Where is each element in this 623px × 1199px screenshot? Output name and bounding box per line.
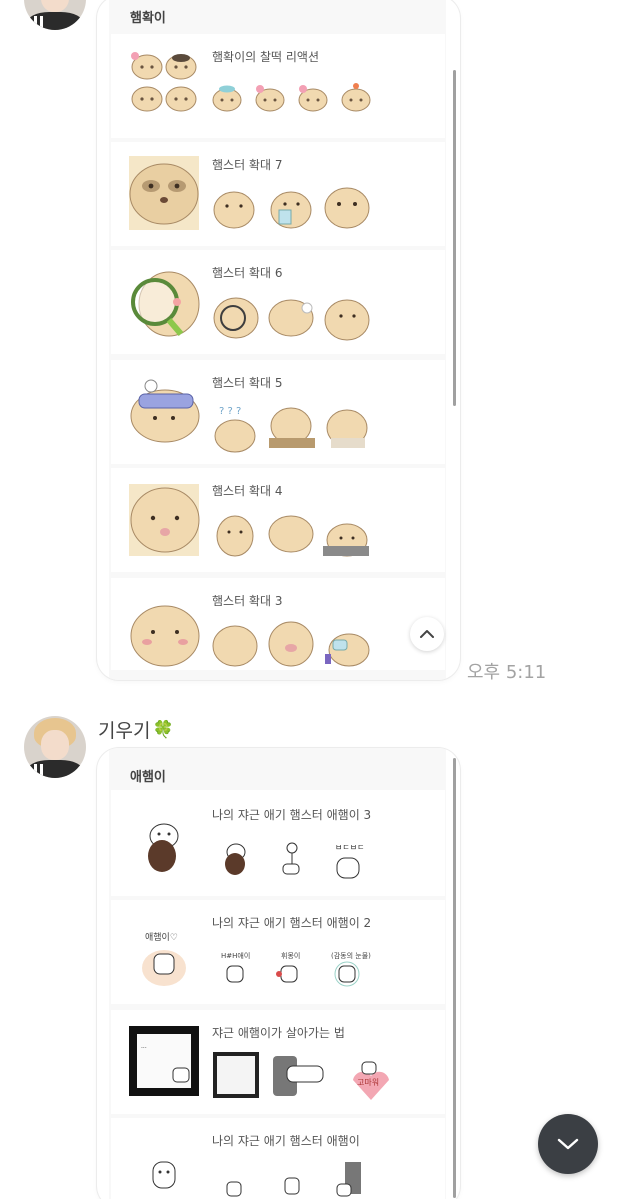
avatar[interactable] [24, 0, 86, 30]
svg-text:ㅂㄷㅂㄷ: ㅂㄷㅂㄷ [335, 843, 364, 852]
sticker-preview: ㅂㄷㅂㄷ [148, 823, 364, 879]
sticker-pack-row[interactable]: 햄스터 확대 7 [111, 142, 445, 246]
sticker-pack-row[interactable]: 쟈근 애햄이가 살아가는 법 ... 고마워 [111, 1010, 445, 1114]
chevron-down-icon [557, 1138, 579, 1150]
sticker-pack-row[interactable]: 나의 쟈근 애기 햄스터 애햄이 [111, 1118, 445, 1199]
sender-name: 기우기 🍀 [98, 716, 174, 743]
scrollbar[interactable] [453, 758, 456, 1198]
sticker-preview [130, 605, 370, 667]
sticker-pack-row[interactable]: 햄스터 확대 3 [111, 578, 445, 670]
sticker-pack-row[interactable]: 햄스터 확대 5 ? ? ? [111, 360, 445, 464]
svg-text:(감동의 눈물): (감동의 눈물) [331, 951, 371, 960]
scroll-to-bottom-button[interactable] [538, 1114, 598, 1174]
message-timestamp: 오후 5:11 [467, 662, 547, 683]
svg-text:? ? ?: ? ? ? [219, 406, 241, 417]
sticker-preview: 애햄이♡ H#H애이 휘몽이 (감동의 눈물) [142, 931, 371, 987]
scroll-up-button[interactable] [410, 617, 444, 651]
sticker-pack-row[interactable]: 햄스터 확대 6 [111, 250, 445, 354]
sticker-card-title: 애햄이 [130, 770, 166, 785]
sticker-preview [131, 271, 370, 341]
sticker-preview [129, 156, 370, 230]
svg-text:고마워: 고마워 [357, 1078, 379, 1087]
sticker-pack-row[interactable]: 나의 쟈근 애기 햄스터 애햄이 2 애햄이♡ H#H애이 휘몽이 (감동의 눈… [111, 900, 445, 1004]
svg-text:...: ... [141, 1043, 147, 1050]
svg-text:애햄이♡: 애햄이♡ [145, 931, 178, 943]
sticker-pack-row[interactable]: 햄확이의 찰떡 리액션 [111, 34, 445, 138]
scrollbar[interactable] [453, 70, 456, 406]
sticker-preview: ? ? ? [130, 379, 368, 453]
sticker-pack-row[interactable]: 햄스터 확대 4 [111, 468, 445, 572]
sticker-preview [131, 52, 371, 112]
chevron-up-icon [420, 630, 434, 638]
sticker-pack-row[interactable]: 나의 쟈근 애기 햄스터 애햄이 3 ㅂㄷㅂㄷ [111, 790, 445, 896]
svg-text:H#H애이: H#H애이 [221, 951, 250, 960]
svg-text:휘몽이: 휘몽이 [281, 951, 300, 960]
sender-name-text: 기우기 [98, 720, 151, 742]
sticker-preview [152, 1161, 361, 1197]
sticker-preview: ... 고마워 [129, 1026, 389, 1100]
sticker-preview [129, 484, 369, 557]
avatar[interactable] [24, 716, 86, 778]
sticker-card-title: 햄확이 [130, 11, 166, 26]
clover-icon: 🍀 [152, 719, 174, 740]
